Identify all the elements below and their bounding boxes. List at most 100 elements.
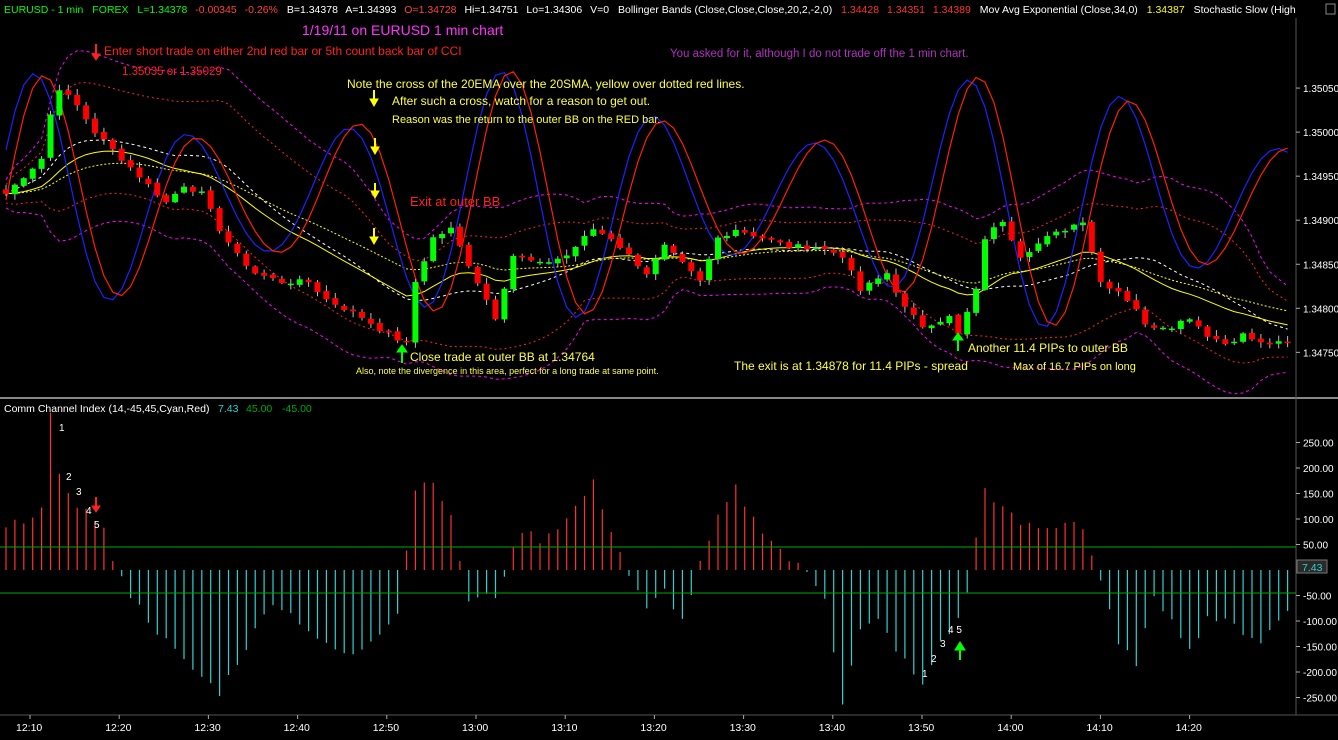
candle-body [287,283,294,286]
candle-body [999,221,1006,227]
candle-body [501,288,508,320]
candle-body [252,266,259,274]
header-bb-upper: 1.34428 [841,4,879,16]
another-pips-note: Another 11.4 PIPs to outer BB [968,341,1128,355]
candle-body [955,314,962,334]
cci-header-label: Comm Channel Index (14,-45,45,Cyan,Red) [4,403,209,415]
candle-body [403,340,410,343]
reason-note: Reason was the return to the outer BB on… [392,114,660,126]
candle-body [1204,326,1211,337]
candle-body [617,237,624,249]
price-tick-label: 1.34950 [1303,172,1338,183]
candle-body [145,178,152,185]
candle-body [795,244,802,248]
candle-body [964,311,971,335]
up-arrow-icon [952,332,964,351]
candle-body [1035,243,1042,251]
candle-body [1079,222,1086,226]
candle-body [1088,221,1095,253]
candle-body [590,229,597,236]
candle-body [821,246,828,250]
candle-body [1017,241,1024,258]
candle-body [332,298,339,305]
candle-body [181,186,187,193]
candle-body [537,261,543,264]
candle-body [109,139,116,149]
header-low: Lo=1.34306 [526,4,582,16]
candle-body [11,184,18,195]
candle-body [92,118,98,134]
candle-body [207,190,214,209]
candle-body [528,257,535,261]
candle-body [634,254,641,267]
chart-title: 1/19/11 on EURUSD 1 min chart [302,22,503,38]
price-tick-label: 1.34850 [1303,260,1338,271]
candle-body [688,262,695,272]
time-tick-label: 14:10 [1086,722,1112,734]
down-arrow-icon [91,44,101,61]
candle-body [1195,320,1202,327]
candle-body [875,278,882,284]
cci-tick-label: -50.00 [1303,592,1332,603]
candle-body [1053,231,1060,236]
cci-count-label: 5 [94,520,100,531]
cci-tick-label: 200.00 [1303,464,1334,475]
candle-body [1115,287,1122,292]
candle-body [1186,319,1193,322]
candle-body [706,259,713,281]
price-tick-label: 1.35050 [1303,84,1338,95]
price-tick-label: 1.34750 [1303,348,1338,359]
candle-body [296,279,303,285]
candle-body [563,255,570,259]
time-tick-label: 12:20 [105,722,131,734]
candle-body [456,226,463,246]
cci-header-upper: 45.00 [246,403,272,415]
candle-body [1062,230,1069,233]
candle-body [928,325,935,329]
window-close-box[interactable] [1325,3,1336,15]
candle-body [1231,341,1238,344]
candle-body [305,279,312,283]
header-bar: EURUSD - 1 min FOREX L=1.34378 -0.00345 … [4,4,1296,16]
candle-body [973,288,980,313]
candle-body [412,282,419,343]
candle-body [919,315,926,328]
candle-body [225,231,232,243]
candle-body [715,237,721,260]
cross-note: Note the cross of the 20EMA over the 20S… [347,77,745,91]
candle-body [768,237,775,240]
candle-body [465,244,472,267]
chart-svg: EURUSD - 1 min FOREX L=1.34378 -0.00345 … [0,3,1338,734]
cci-tick-label: 100.00 [1303,515,1334,526]
candle-body [759,235,766,239]
candle-body [519,255,526,258]
candle-body [741,229,748,233]
candle-body [857,271,864,291]
header-open: O=1.34728 [404,4,456,16]
cci-tick-label: -100.00 [1303,617,1337,628]
candle-body [261,272,268,276]
candle-body [937,321,944,325]
candle-body [652,258,659,275]
candle-body [430,237,437,261]
cci-tick-label: -250.00 [1303,694,1337,705]
candle-body [982,239,988,290]
exit-outer-note: Exit at outer BB [410,194,500,209]
cci-tick-label: -150.00 [1303,643,1337,654]
cci-count-label: 2 [931,654,937,665]
candle-body [804,245,810,250]
exit-price-note: The exit is at 1.34878 for 11.4 PIPs - s… [734,359,968,373]
candle-body [314,282,321,293]
candle-body [341,305,348,311]
bb-inner-lower-line [5,192,1288,364]
cci-count-label: 4 5 [948,625,962,636]
candle-body [1222,339,1229,344]
candle-body [1097,251,1104,282]
candle-body [56,90,63,116]
candle-body [1284,341,1291,344]
candle-body [1275,341,1282,344]
candle-body [1249,333,1255,340]
candle-body [216,208,223,232]
candle-body [421,261,428,282]
candle-body [750,231,757,237]
